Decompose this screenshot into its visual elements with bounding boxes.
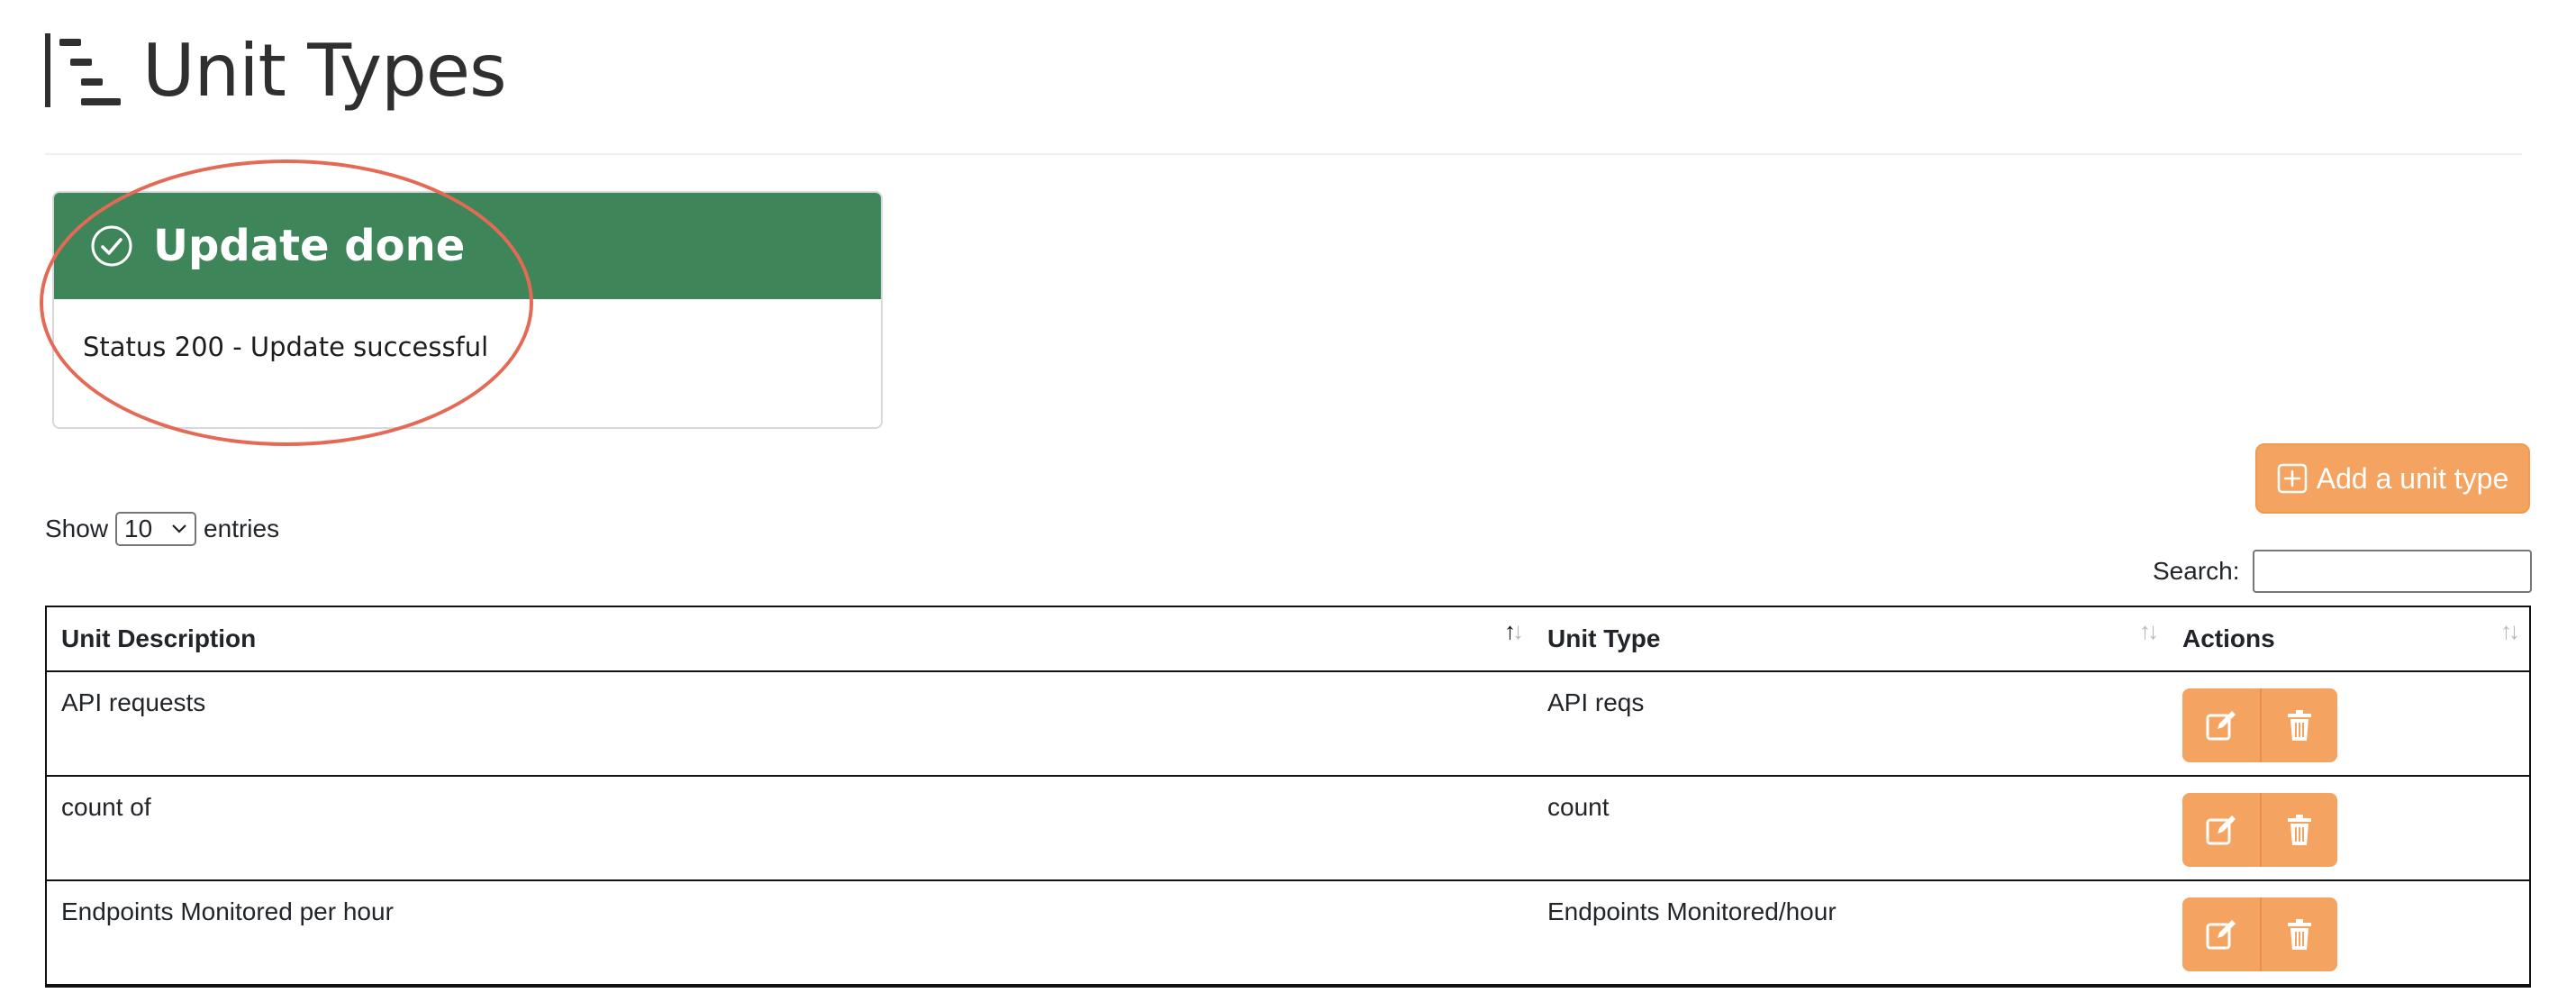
add-unit-type-button[interactable]: Add a unit type (2255, 443, 2530, 514)
entries-label: entries (204, 515, 280, 542)
add-unit-type-label: Add a unit type (2316, 461, 2509, 495)
table-search: Search: (2153, 550, 2532, 593)
edit-icon (2206, 815, 2236, 845)
column-header-unit-description[interactable]: Unit Description ↑↓ (47, 617, 1533, 653)
sort-ascending-icon: ↑↓ (1504, 617, 1524, 644)
chevron-down-icon (172, 524, 186, 533)
table-header-row: Unit Description ↑↓ Unit Type ↑↓ Actions… (47, 607, 2529, 672)
list-indent-icon (45, 33, 121, 107)
unit-type-cell: Endpoints Monitored/hour (1547, 897, 1837, 925)
unit-description-cell: count of (61, 793, 151, 821)
row-action-buttons (2182, 793, 2337, 867)
column-header-actions[interactable]: Actions ↑↓ (2168, 617, 2529, 653)
actions-cell (2168, 777, 2529, 879)
column-header-unit-type[interactable]: Unit Type ↑↓ (1533, 617, 2168, 653)
page-header: Unit Types (45, 25, 507, 115)
edit-icon (2206, 711, 2236, 741)
row-action-buttons (2182, 897, 2337, 971)
unit-type-cell: API reqs (1547, 688, 1645, 716)
delete-button[interactable] (2260, 897, 2337, 971)
delete-button[interactable] (2260, 793, 2337, 867)
search-input[interactable] (2252, 550, 2532, 593)
alert-header: Update done (54, 193, 881, 299)
edit-button[interactable] (2182, 897, 2260, 971)
edit-icon (2206, 920, 2236, 950)
trash-icon (2288, 710, 2311, 741)
actions-cell (2168, 672, 2529, 775)
unit-type-cell: count (1547, 793, 1610, 821)
search-label: Search: (2153, 557, 2240, 585)
alert-message: Status 200 - Update successful (83, 332, 489, 362)
check-circle-icon (91, 225, 132, 267)
unit-description-cell: API requests (61, 688, 206, 716)
edit-button[interactable] (2182, 793, 2260, 867)
show-label: Show (45, 515, 109, 542)
entries-length-control: Show 10 entries (45, 512, 279, 546)
page-title: Unit Types (142, 28, 507, 113)
entries-select[interactable]: 10 (115, 512, 197, 546)
unit-types-table: Unit Description ↑↓ Unit Type ↑↓ Actions… (45, 606, 2531, 988)
entries-select-value: 10 (124, 515, 153, 542)
alert-title: Update done (153, 221, 466, 271)
delete-button[interactable] (2260, 688, 2337, 762)
update-alert-card: Update done Status 200 - Update successf… (52, 191, 883, 429)
trash-icon (2288, 815, 2311, 845)
plus-square-icon (2277, 463, 2307, 494)
trash-icon (2288, 919, 2311, 950)
unit-description-cell: Endpoints Monitored per hour (61, 897, 394, 925)
row-action-buttons (2182, 688, 2337, 762)
header-divider (45, 153, 2522, 155)
sort-icon: ↑↓ (2139, 617, 2159, 644)
table-row: count of count (47, 777, 2529, 881)
sort-icon: ↑↓ (2500, 617, 2520, 644)
table-row: API requests API reqs (47, 672, 2529, 777)
actions-cell (2168, 881, 2529, 984)
table-row: Endpoints Monitored per hour Endpoints M… (47, 881, 2529, 986)
edit-button[interactable] (2182, 688, 2260, 762)
